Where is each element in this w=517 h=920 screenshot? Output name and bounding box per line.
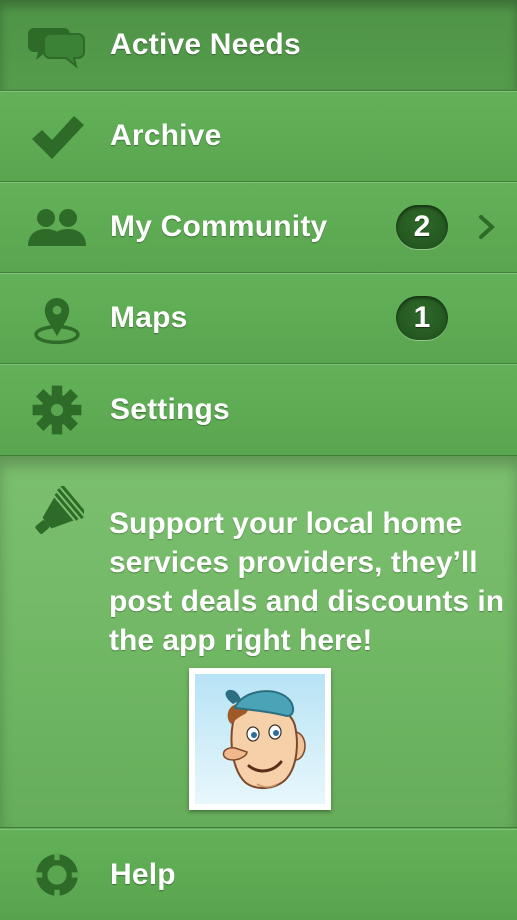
lifebuoy-icon [26, 848, 88, 902]
speech-bubbles-icon [26, 18, 88, 72]
menu-item-active-needs[interactable]: Active Needs [0, 0, 517, 91]
menu-item-archive[interactable]: Archive [0, 91, 517, 182]
menu-label-active-needs: Active Needs [110, 28, 301, 61]
gear-icon [26, 383, 88, 437]
menu-label-archive: Archive [110, 119, 222, 152]
community-count-badge: 2 [396, 205, 448, 249]
menu-item-my-community[interactable]: My Community 2 [0, 182, 517, 273]
checkmark-icon [26, 109, 88, 163]
menu-item-help[interactable]: Help [0, 829, 517, 920]
promo-message: Support your local home services provide… [109, 507, 505, 657]
menu-item-maps[interactable]: Maps 1 [0, 273, 517, 364]
mascot-image [189, 668, 331, 810]
menu-label-help: Help [110, 857, 176, 891]
menu-label-maps: Maps [110, 301, 188, 334]
chevron-right-icon[interactable] [476, 214, 498, 240]
maps-count-badge: 1 [396, 296, 448, 340]
megaphone-icon [24, 483, 89, 546]
promo-panel: Support your local home services provide… [0, 456, 517, 828]
menu-item-settings[interactable]: Settings [0, 364, 517, 456]
menu-label-my-community: My Community [110, 210, 328, 243]
map-pin-icon [26, 291, 88, 345]
menu-label-settings: Settings [110, 392, 230, 426]
people-icon [26, 200, 88, 254]
